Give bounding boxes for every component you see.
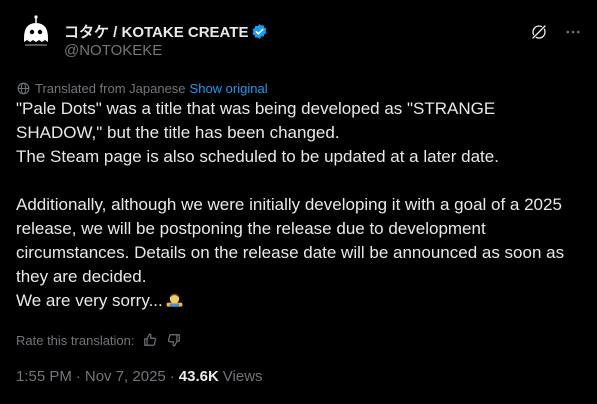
more-options-icon[interactable] xyxy=(563,22,583,42)
post-meta: 1:55 PM · Nov 7, 2025 · 43.6K Views xyxy=(16,368,263,385)
avatar[interactable] xyxy=(16,12,56,52)
views-count: 43.6K xyxy=(178,368,219,385)
post-paragraph: "Pale Dots" was a title that was being d… xyxy=(16,99,496,142)
author-name-row: コタケ / KOTAKE CREATE xyxy=(64,21,268,41)
rate-translation-label: Rate this translation: xyxy=(16,332,135,348)
post-paragraph: We are very sorry... xyxy=(16,289,584,313)
verified-badge-icon[interactable] xyxy=(251,23,268,40)
translation-notice: Translated from Japanese Show original xyxy=(16,80,268,96)
show-original-link[interactable]: Show original xyxy=(190,81,268,96)
meta-separator: · xyxy=(75,368,81,385)
post-apology-text: We are very sorry... xyxy=(16,291,163,310)
translated-label: Translated from Japanese xyxy=(35,80,186,96)
post-paragraph: Additionally, although we were initially… xyxy=(16,195,565,286)
views-label: Views xyxy=(222,368,263,385)
post-paragraph: The Steam page is also scheduled to be u… xyxy=(16,147,499,166)
author-handle[interactable]: @NOTOKEKE xyxy=(64,42,162,59)
rate-translation: Rate this translation: xyxy=(16,331,181,349)
author-display-name[interactable]: コタケ / KOTAKE CREATE xyxy=(64,21,248,42)
post-top-actions xyxy=(529,22,583,42)
thumbs-down-icon[interactable] xyxy=(167,333,181,347)
post-container: コタケ / KOTAKE CREATE @NOTOKEKE Translated… xyxy=(0,0,597,404)
meta-separator: · xyxy=(169,368,175,385)
thumbs-up-icon[interactable] xyxy=(143,333,157,347)
translate-globe-icon xyxy=(16,81,31,96)
grok-icon[interactable] xyxy=(529,22,549,42)
person-bowing-emoji-icon xyxy=(165,290,184,309)
post-time[interactable]: 1:55 PM xyxy=(16,368,72,385)
post-date[interactable]: Nov 7, 2025 xyxy=(85,368,166,385)
avatar-ghost-icon xyxy=(16,12,56,52)
post-text: "Pale Dots" was a title that was being d… xyxy=(16,97,584,313)
